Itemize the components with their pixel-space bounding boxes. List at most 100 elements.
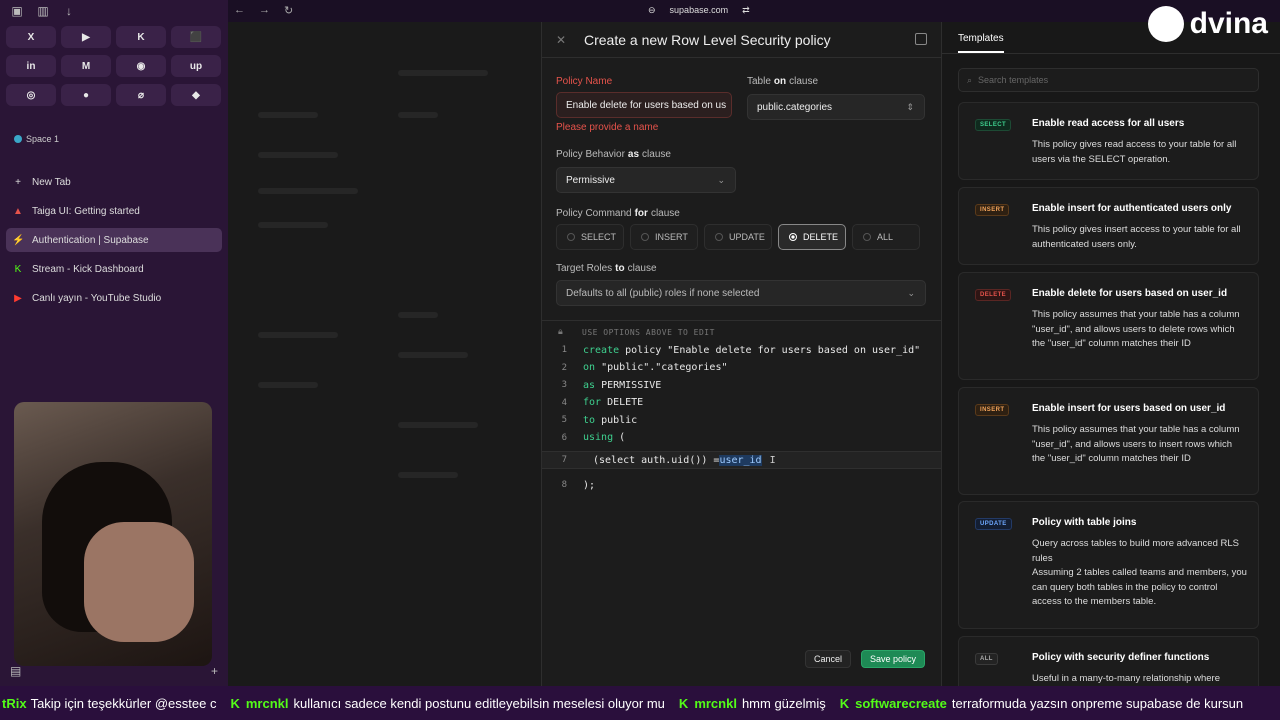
space-label[interactable]: Space 1 [14,134,59,144]
webcam-overlay [14,402,212,666]
favorite-tile-icon[interactable]: ⌀ [116,84,166,106]
template-title: Enable insert for authenticated users on… [1032,203,1232,214]
roles-select[interactable]: Defaults to all (public) roles if none s… [556,280,926,306]
sql-editor[interactable]: 🔒︎ USE OPTIONS ABOVE TO EDIT 1 create pol… [542,320,941,491]
download-icon[interactable]: ↓ [62,4,76,18]
code-line[interactable]: 3 as PERMISSIVE [542,376,941,394]
template-title: Enable read access for all users [1032,118,1185,129]
table-value: public.categories [757,101,833,113]
ticker-user: softwarecreate [855,695,947,711]
code-line[interactable]: 6 using ( [542,429,941,447]
favorite-tile-icon[interactable]: up [171,55,221,77]
ticker-message: Takip için teşekkürler @esstee c [30,695,217,711]
command-option-label: UPDATE [729,232,765,242]
template-badge: ALL [975,653,998,665]
behavior-select[interactable]: Permissive ⌄ [556,167,736,193]
template-card[interactable]: SELECT Enable read access for all users … [958,102,1259,180]
command-option-insert[interactable]: INSERT [630,224,698,250]
settings-icon[interactable]: ⇄ [742,5,750,16]
close-icon[interactable]: ✕ [556,33,584,47]
policy-name-label: Policy Name [556,76,613,87]
template-card[interactable]: UPDATE Policy with table joins Query acr… [958,501,1259,629]
template-title: Policy with security definer functions [1032,652,1210,663]
roles-label: Target Roles to clause [556,263,657,274]
code-text: DELETE [601,397,644,408]
reload-icon[interactable]: ↻ [284,4,293,17]
favorite-tile-icon[interactable]: X [6,26,56,48]
favorite-tile-icon[interactable]: ◎ [6,84,56,106]
dimmed-page-background [228,22,542,686]
template-description: Useful in a many-to-many relationship wh… [1032,673,1220,684]
browser-tab[interactable]: K Stream - Kick Dashboard [6,257,222,281]
cancel-button[interactable]: Cancel [804,650,851,668]
toggle-sidebar-icon[interactable]: ▣ [10,4,24,18]
sidebar-toolbar: ▣ ▥ ↓ [10,4,76,18]
archive-icon[interactable]: ▤ [10,664,21,678]
favorite-tile-icon[interactable]: ▶ [61,26,111,48]
template-badge: INSERT [975,404,1010,416]
favorite-tile-icon[interactable]: ◆ [171,84,221,106]
template-card[interactable]: INSERT Enable insert for authenticated u… [958,187,1259,265]
logo-mark-icon [1147,6,1184,42]
template-card[interactable]: DELETE Enable delete for users based on … [958,272,1259,380]
chat-ticker: tRix Takip için teşekkürler @esstee c Km… [0,686,1280,720]
ticker-user: mrcnkl [694,695,737,711]
favorite-tile-icon[interactable]: M [61,55,111,77]
favorite-tile-icon[interactable]: ⬛ [171,26,221,48]
panel-toggle-icon[interactable] [915,33,927,45]
search-placeholder: Search templates [978,75,1049,85]
browser-tab[interactable]: ⚡ Authentication | Supabase [6,228,222,252]
command-option-select[interactable]: SELECT [556,224,624,250]
browser-sidebar: ▣ ▥ ↓ X ▶ K ⬛ in M ◉ up ◎ ● ⌀ ◆ Space 1 + New Tab ▲… [0,0,228,686]
favorite-tile-icon[interactable]: in [6,55,56,77]
line-number: 6 [561,432,567,443]
command-option-delete[interactable]: DELETE [778,224,846,250]
selected-code-text: user_id [719,454,762,466]
tab-templates[interactable]: Templates [958,23,1004,53]
line-number: 1 [561,345,567,355]
editor-hint: USE OPTIONS ABOVE TO EDIT [582,328,715,337]
command-option-all[interactable]: ALL [852,224,920,250]
tab-favicon-icon: ▲ [13,205,23,217]
command-option-label: DELETE [803,232,839,242]
code-line-7[interactable]: 7 (select auth.uid()) = user_id I [542,451,941,469]
template-title: Policy with table joins [1032,517,1137,528]
url-text: supabase.com [669,5,729,15]
code-line[interactable]: 2 on "public"."categories" [542,359,941,377]
forward-icon[interactable]: → [259,4,270,17]
command-option-update[interactable]: UPDATE [704,224,772,250]
code-line[interactable]: 4 for DELETE [542,394,941,412]
ticker-message: terraformuda yazsın onpreme supabase de … [951,695,1244,711]
code-line[interactable]: 5 to public [542,411,941,429]
address-bar[interactable]: ⊖ supabase.com ⇄ [648,5,750,16]
sidebar-footer: ▤ + [10,664,218,678]
browser-tab[interactable]: ▲ Taiga UI: Getting started [6,199,222,223]
favorite-tile-icon[interactable]: ◉ [116,55,166,77]
add-icon[interactable]: + [211,664,218,678]
template-card[interactable]: INSERT Enable insert for users based on … [958,387,1259,495]
code-line[interactable]: 1 create policy "Enable delete for users … [542,341,941,359]
table-label: Table on clause [747,76,819,87]
favorite-tile-icon[interactable]: K [116,26,166,48]
browser-tab[interactable]: ▶ Canlı yayın - YouTube Studio [6,286,222,310]
back-icon[interactable]: ← [234,4,245,17]
kick-icon: K [839,695,850,711]
template-description: This policy gives read access to your ta… [1032,139,1237,165]
policy-name-input[interactable]: Enable delete for users based on us [556,92,732,118]
command-option-label: ALL [877,232,894,242]
code-line-8[interactable]: 8 ); [542,476,941,494]
new-tab-button[interactable]: + New Tab [6,170,222,194]
table-select[interactable]: public.categories ⇕ [747,94,925,120]
save-policy-button[interactable]: Save policy [860,650,925,668]
lock-icon: 🔒︎ [558,327,563,337]
search-icon: ⌕ [967,74,973,85]
template-title: Enable delete for users based on user_id [1032,288,1228,299]
code-keyword: using [583,432,614,443]
rls-policy-drawer: ✕ Create a new Row Level Security policy… [541,22,941,686]
kick-icon: K [230,695,240,711]
sidebar-panel-icon[interactable]: ▥ [36,4,50,18]
screen: ▣ ▥ ↓ X ▶ K ⬛ in M ◉ up ◎ ● ⌀ ◆ Space 1 + New Tab ▲… [0,0,1280,720]
favorite-tile-icon[interactable]: ● [61,84,111,106]
template-search-input[interactable]: ⌕ Search templates [958,68,1259,92]
roles-placeholder: Defaults to all (public) roles if none s… [566,287,760,299]
